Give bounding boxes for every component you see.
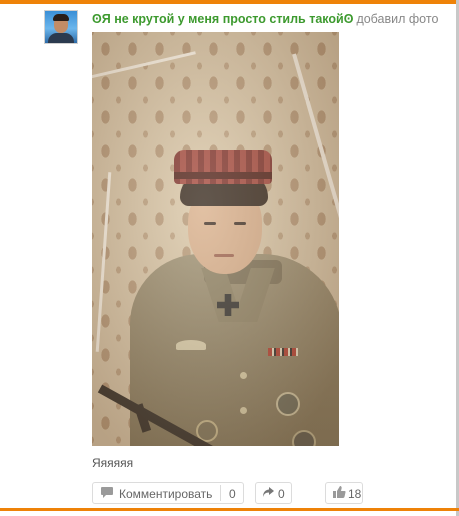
avatar-figure-hair (53, 14, 69, 21)
like-button[interactable]: 18 (325, 482, 363, 504)
bottom-accent-bar (0, 508, 459, 511)
share-arrow-icon (261, 485, 275, 503)
thumbs-up-icon (332, 485, 346, 503)
comment-button[interactable]: Комментировать 0 (92, 482, 244, 504)
divider (220, 485, 221, 501)
photo-vignette (92, 32, 339, 446)
post-action-text: добавил фото (356, 12, 439, 26)
comment-button-label: Комментировать (119, 487, 213, 501)
comment-count: 0 (229, 487, 236, 501)
post-caption: Яяяяяя (92, 456, 134, 470)
like-count: 18 (348, 487, 362, 501)
author-avatar[interactable] (44, 10, 78, 44)
speech-bubble-icon (100, 485, 114, 503)
avatar-figure-body (48, 33, 74, 43)
post-header: ʘЯ не крутой у меня просто стиль такойʘ д… (92, 11, 438, 27)
author-status-icon: ʘ (92, 12, 102, 26)
feed-post: ʘЯ не крутой у меня просто стиль такойʘ д… (0, 4, 456, 508)
share-button[interactable]: 0 (255, 482, 292, 504)
share-count: 0 (278, 487, 285, 501)
post-photo[interactable] (92, 32, 339, 446)
author-name-link[interactable]: Я не крутой у меня просто стиль такойʘ (102, 12, 354, 26)
